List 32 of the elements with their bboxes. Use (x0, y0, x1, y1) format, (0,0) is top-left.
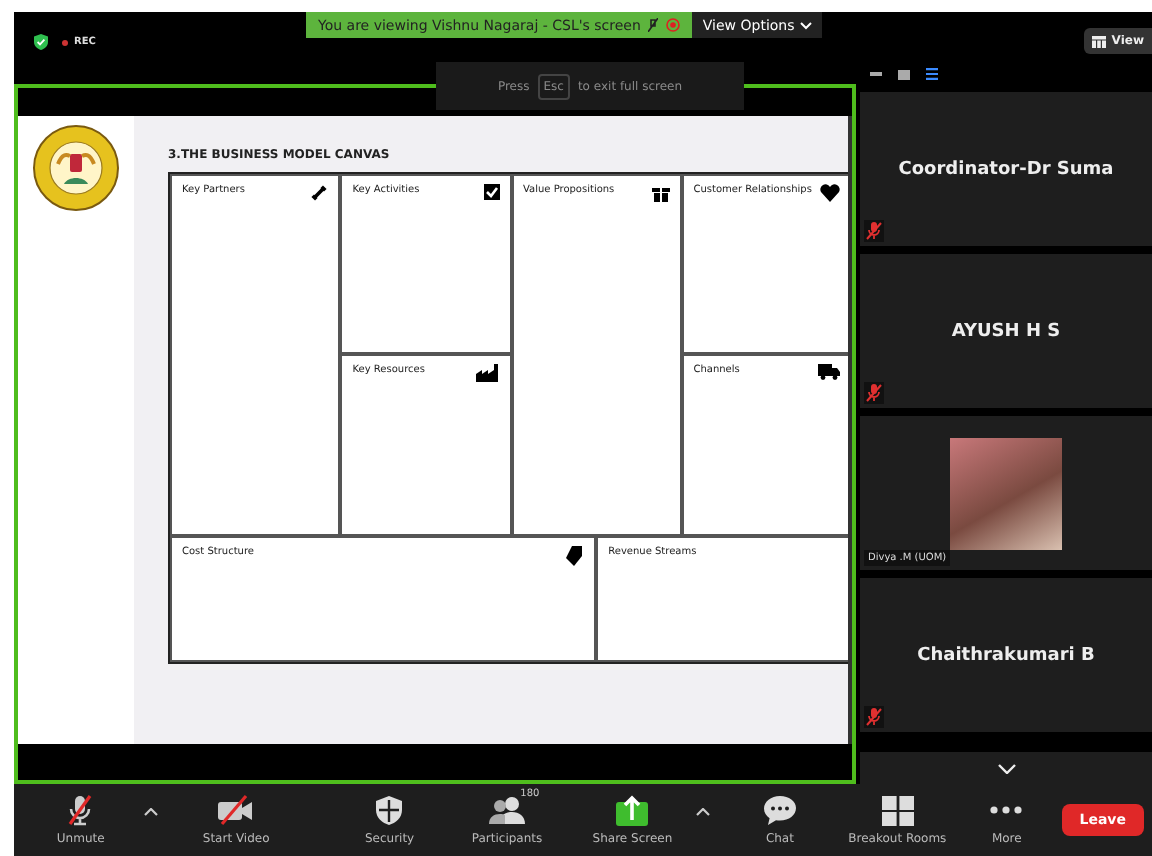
video-off-icon (216, 794, 257, 826)
square-icon[interactable] (898, 69, 910, 79)
chevron-down-icon (997, 763, 1015, 773)
caret-up-icon (143, 808, 158, 816)
muted-microphone-icon (866, 222, 882, 240)
breakout-rooms-icon (881, 795, 914, 825)
share-screen-icon (614, 794, 651, 826)
factory-icon (475, 364, 499, 382)
chat-icon (761, 794, 798, 826)
checkbox-icon (483, 184, 499, 200)
participant-name: Coordinator-Dr Suma (898, 159, 1114, 179)
participant-name: Chaithrakumari B (917, 645, 1095, 665)
gift-icon (651, 184, 670, 202)
truck-icon (818, 364, 840, 380)
grid-icon (1091, 35, 1106, 47)
muted-microphone-icon (866, 708, 882, 726)
emblem-logo (32, 124, 120, 212)
more-icon (990, 806, 1023, 814)
shield-icon (374, 794, 405, 826)
muted-microphone-icon (648, 18, 659, 32)
caret-up-icon (695, 808, 710, 816)
participant-name: AYUSH H S (951, 321, 1061, 341)
photo-placeholder (950, 437, 1062, 549)
record-icon (666, 18, 681, 32)
chevron-down-icon (800, 21, 813, 29)
shield-check-icon (34, 34, 48, 50)
muted-microphone-icon (64, 794, 97, 826)
tag-icon (566, 546, 585, 566)
list-icon[interactable] (926, 68, 938, 80)
participants-icon (487, 794, 528, 826)
heart-icon (820, 184, 840, 202)
muted-microphone-icon (866, 384, 882, 402)
